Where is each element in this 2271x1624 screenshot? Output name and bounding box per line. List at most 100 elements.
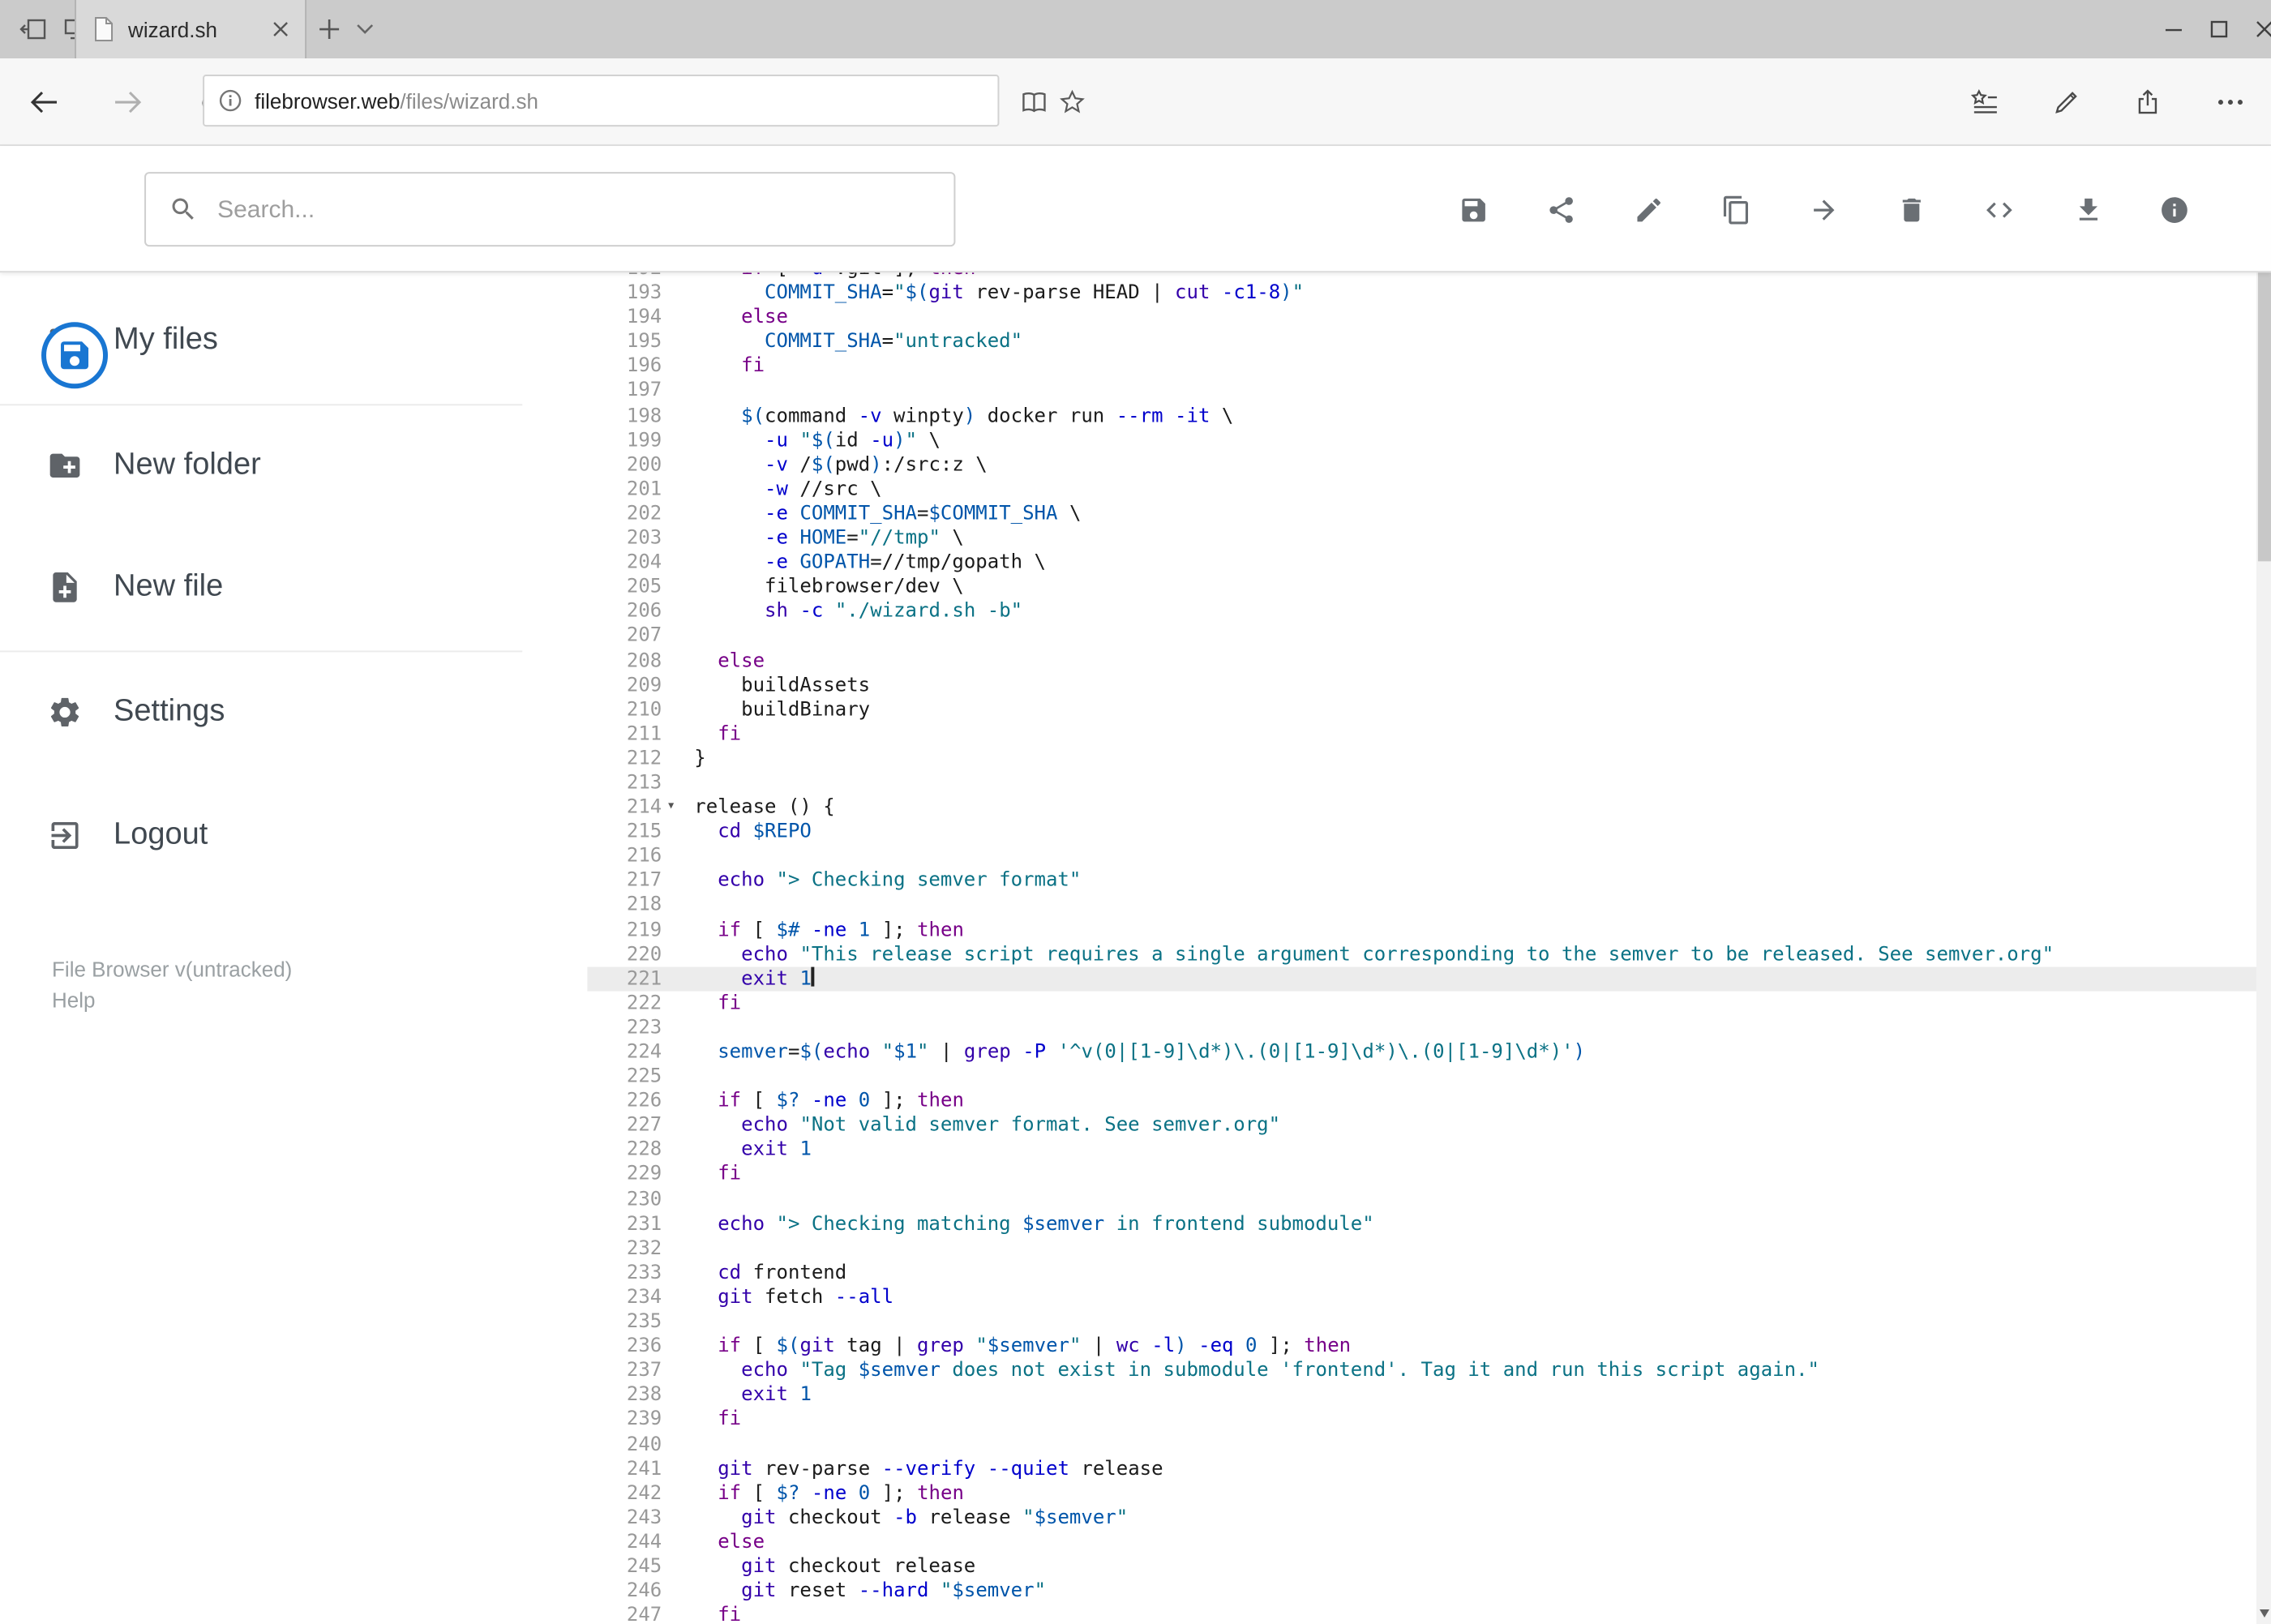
scrollbar[interactable]	[2256, 146, 2271, 1624]
move-button[interactable]	[1796, 182, 1851, 237]
tab-title: wizard.sh	[128, 17, 217, 42]
line-number: 193	[626, 281, 662, 304]
tab-preview-chevron-icon[interactable]	[355, 23, 375, 36]
favorites-hub-icon[interactable]	[1963, 81, 2005, 123]
code-line: 200 -v /$(pwd):/src:z \	[587, 452, 2258, 477]
help-link[interactable]: Help	[52, 988, 96, 1013]
tab-close-icon[interactable]	[272, 21, 289, 37]
code-line: 216	[587, 844, 2258, 868]
line-number: 219	[626, 917, 662, 941]
code-line: 246 git reset --hard "$semver"	[587, 1579, 2258, 1603]
save-button[interactable]	[1446, 182, 1501, 237]
forward-button[interactable]	[107, 81, 149, 123]
line-number: 240	[626, 1431, 662, 1455]
line-number: 209	[626, 672, 662, 696]
scroll-down-icon[interactable]	[2256, 1601, 2271, 1624]
code-view-button[interactable]	[1971, 182, 2026, 237]
sidebar-divider	[0, 404, 523, 406]
code-line: 202 -e COMMIT_SHA=$COMMIT_SHA \	[587, 501, 2258, 525]
address-bar[interactable]: filebrowser.web/files/wizard.sh	[203, 75, 1000, 127]
code-line: 222 fi	[587, 991, 2258, 1015]
code-line: 239 fi	[587, 1408, 2258, 1432]
minimize-button[interactable]	[2151, 0, 2196, 58]
line-number: 208	[626, 648, 662, 671]
share-icon[interactable]	[2127, 81, 2169, 123]
line-number: 215	[626, 819, 662, 842]
code-line: 240	[587, 1432, 2258, 1456]
back-button[interactable]	[23, 81, 65, 123]
code-line: 230	[587, 1187, 2258, 1211]
code-line: 196 fi	[587, 354, 2258, 379]
close-button[interactable]	[2242, 0, 2271, 58]
code-line: 225	[587, 1065, 2258, 1089]
line-number: 244	[626, 1529, 662, 1553]
line-number: 246	[626, 1579, 662, 1602]
line-number: 242	[626, 1480, 662, 1504]
code-line: 227 echo "Not valid semver format. See s…	[587, 1113, 2258, 1138]
text-cursor	[811, 966, 814, 988]
code-line: 212}	[587, 746, 2258, 770]
line-number: 237	[626, 1358, 662, 1382]
line-number: 207	[626, 623, 662, 647]
more-options-icon[interactable]	[2209, 81, 2252, 123]
code-line: 203 -e HOME="//tmp" \	[587, 525, 2258, 550]
share-file-button[interactable]	[1533, 182, 1588, 237]
code-line: 223	[587, 1015, 2258, 1039]
browser-tab[interactable]: wizard.sh	[75, 0, 307, 59]
code-line: 245 git checkout release	[587, 1554, 2258, 1579]
maximize-button[interactable]	[2196, 0, 2242, 58]
code-line: 236 if [ $(git tag | grep "$semver" | wc…	[587, 1334, 2258, 1358]
code-line: 210 buildBinary	[587, 697, 2258, 722]
line-number: 225	[626, 1064, 662, 1087]
code-line: 215 cd $REPO	[587, 820, 2258, 844]
new-tab-button[interactable]	[318, 18, 341, 41]
favorite-star-icon[interactable]	[1051, 81, 1093, 123]
line-number: 245	[626, 1553, 662, 1577]
code-line: 208 else	[587, 648, 2258, 672]
line-number: 194	[626, 305, 662, 328]
code-line: 244 else	[587, 1530, 2258, 1554]
code-line: 206 sh -c "./wizard.sh -b"	[587, 599, 2258, 623]
line-number: 234	[626, 1284, 662, 1308]
url-text[interactable]: filebrowser.web/files/wizard.sh	[255, 88, 538, 113]
delete-button[interactable]	[1883, 182, 1939, 237]
sidebar-item-settings[interactable]: Settings	[0, 666, 587, 757]
line-number: 198	[626, 403, 662, 426]
line-number: 216	[626, 844, 662, 868]
new-folder-icon	[45, 446, 84, 485]
code-line: 217 echo "> Checking semver format"	[587, 868, 2258, 893]
code-line: 247 fi	[587, 1603, 2258, 1624]
line-number: 239	[626, 1407, 662, 1430]
info-button[interactable]	[2146, 182, 2201, 237]
code-line: 224 semver=$(echo "$1" | grep -P '^v(0|[…	[587, 1040, 2258, 1065]
line-number: 232	[626, 1236, 662, 1259]
new-file-icon	[45, 568, 84, 606]
app-version-text: File Browser v(untracked)	[52, 957, 293, 982]
line-number: 205	[626, 574, 662, 598]
code-line: 242 if [ $? -ne 0 ]; then	[587, 1480, 2258, 1505]
line-number: 221	[626, 966, 662, 990]
sidebar-item-logout[interactable]: Logout	[0, 790, 587, 881]
code-line: 243 git checkout -b release "$semver"	[587, 1505, 2258, 1529]
sidebar-item-new-folder[interactable]: New folder	[0, 420, 587, 511]
site-info-icon[interactable]	[219, 89, 242, 112]
sidebar-item-new-file[interactable]: New file	[0, 542, 587, 632]
code-line: 233 cd frontend	[587, 1260, 2258, 1284]
download-button[interactable]	[2060, 182, 2115, 237]
sidebar-item-label: My files	[114, 323, 218, 358]
annotate-pen-icon[interactable]	[2046, 81, 2088, 123]
set-tabs-aside-icon[interactable]	[19, 16, 47, 42]
code-line: 241 git rev-parse --verify --quiet relea…	[587, 1456, 2258, 1480]
edit-button[interactable]	[1621, 182, 1676, 237]
copy-button[interactable]	[1708, 182, 1763, 237]
tab-bar: wizard.sh	[0, 0, 2271, 59]
line-number: 195	[626, 329, 662, 353]
search-box[interactable]: Search...	[144, 172, 956, 247]
reading-view-icon[interactable]	[1012, 81, 1054, 123]
code-editor[interactable]: 192 if [ -d .git ]; then193 COMMIT_SHA="…	[587, 272, 2258, 1624]
code-line: 229 fi	[587, 1163, 2258, 1187]
line-number: 238	[626, 1382, 662, 1406]
line-number: 210	[626, 696, 662, 720]
fold-marker-icon[interactable]: ▾	[662, 795, 694, 820]
line-number: 229	[626, 1162, 662, 1185]
